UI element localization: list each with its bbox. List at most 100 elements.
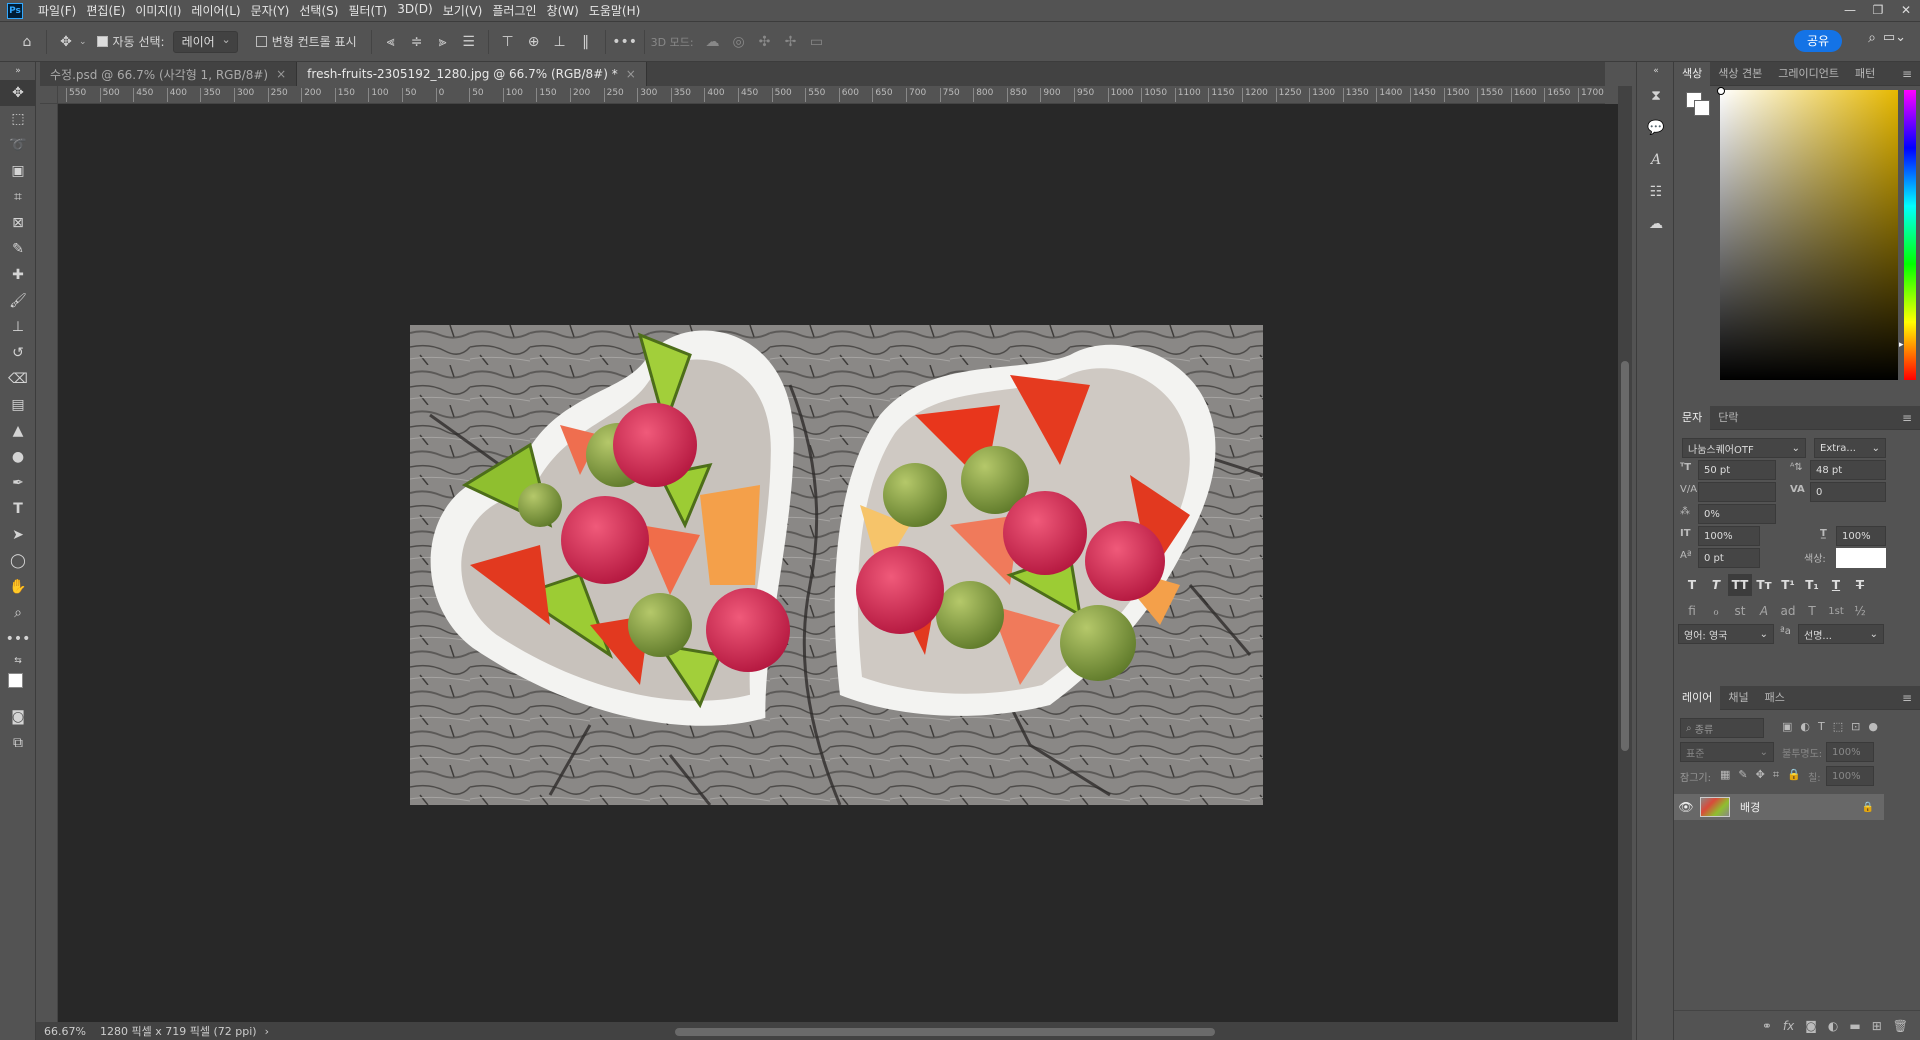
menu-item[interactable]: 파일(F) <box>33 2 81 19</box>
tab-gradients[interactable]: 그레이디언트 <box>1770 62 1847 86</box>
eye-icon[interactable]: 👁 <box>1674 800 1698 814</box>
tab-patterns[interactable]: 패턴 <box>1847 62 1883 86</box>
mask-icon[interactable]: ◙ <box>1805 1019 1817 1033</box>
layer-filter-select[interactable]: ⌕ 종류 <box>1680 718 1764 738</box>
filter-toggle-icon[interactable]: ● <box>1868 720 1878 733</box>
history-panel-icon[interactable]: ⧗ <box>1637 80 1675 112</box>
panel-menu-icon[interactable]: ≡ <box>1902 67 1912 81</box>
menu-item[interactable]: 레이어(L) <box>186 2 245 19</box>
align-top-icon[interactable]: ⊤ <box>495 29 521 55</box>
menu-item[interactable]: 보기(V) <box>438 2 488 19</box>
history-brush-tool-icon[interactable]: ↺ <box>0 340 36 366</box>
tsume-input[interactable]: 0% <box>1698 504 1776 524</box>
lasso-tool-icon[interactable]: ➰ <box>0 132 36 158</box>
old-style-button[interactable]: ℴ <box>1704 600 1728 622</box>
titling-alternates-button[interactable]: T <box>1800 600 1824 622</box>
screen-mode-icon[interactable]: ⧉ <box>0 730 36 756</box>
antialias-select[interactable]: 선명... ⌄ <box>1798 624 1884 644</box>
align-right-icon[interactable]: ⫸ <box>430 29 456 55</box>
tab-character[interactable]: 문자 <box>1674 405 1711 430</box>
panel-menu-icon[interactable]: ≡ <box>1902 411 1912 425</box>
fx-icon[interactable]: fx <box>1783 1019 1794 1033</box>
layer-row[interactable]: 👁 배경 🔒 <box>1674 794 1884 820</box>
tab-document-1[interactable]: 수정.psd @ 66.7% (사각형 1, RGB/8#) × <box>40 62 298 86</box>
comments-panel-icon[interactable]: 💬 <box>1637 112 1675 144</box>
ordinals-button[interactable]: 1st <box>1824 600 1848 622</box>
horizontal-scale-input[interactable]: 100% <box>1836 526 1886 546</box>
language-select[interactable]: 영어: 영국 ⌄ <box>1678 624 1774 644</box>
swap-colors-icon[interactable]: ⇆ <box>0 652 36 670</box>
swash-button[interactable]: A <box>1752 600 1776 622</box>
color-field[interactable] <box>1720 90 1898 380</box>
collapse-icon[interactable]: « <box>1637 62 1675 80</box>
type-tool-icon[interactable]: T <box>0 496 36 522</box>
leading-input[interactable]: 48 pt <box>1810 460 1886 480</box>
font-size-input[interactable]: 50 pt <box>1698 460 1776 480</box>
stylistic-alternates-button[interactable]: ad <box>1776 600 1800 622</box>
type-filter-icon[interactable]: T <box>1818 720 1825 733</box>
align-center-icon[interactable]: ≑ <box>404 29 430 55</box>
quick-mask-icon[interactable]: ◙ <box>0 704 36 730</box>
distribute-vertical-icon[interactable]: ‖ <box>573 29 599 55</box>
color-swatches[interactable] <box>0 670 36 704</box>
tab-document-2[interactable]: fresh-fruits-2305192_1280.jpg @ 66.7% (R… <box>297 62 647 86</box>
blend-mode-select[interactable]: 표준 ⌄ <box>1680 742 1774 762</box>
ligatures-button[interactable]: fi <box>1680 600 1704 622</box>
libraries-panel-icon[interactable]: ☁ <box>1637 208 1675 240</box>
pan-3d-icon[interactable]: ✣ <box>752 29 778 55</box>
zoom-level[interactable]: 66.67% <box>44 1025 92 1038</box>
underline-button[interactable]: T <box>1824 574 1848 596</box>
fractions-button[interactable]: ½ <box>1848 600 1872 622</box>
adjustments-panel-icon[interactable]: ☷ <box>1637 176 1675 208</box>
menu-item[interactable]: 편집(E) <box>81 2 130 19</box>
object-select-tool-icon[interactable]: ▣ <box>0 158 36 184</box>
roll-3d-icon[interactable]: ◎ <box>726 29 752 55</box>
new-layer-icon[interactable]: ⊞ <box>1872 1019 1882 1033</box>
hue-slider-handle[interactable]: ▸ <box>1899 340 1904 350</box>
vertical-scrollbar[interactable] <box>1618 86 1632 1022</box>
crop-tool-icon[interactable]: ⌗ <box>0 184 36 210</box>
background-color-swatch[interactable] <box>1694 100 1710 116</box>
vertical-scroll-thumb[interactable] <box>1621 361 1629 751</box>
tab-paths[interactable]: 패스 <box>1757 686 1793 710</box>
fruit-salad-photo[interactable] <box>410 325 1263 805</box>
lock-transparency-icon[interactable]: ▦ <box>1720 768 1730 782</box>
tab-paragraph[interactable]: 단락 <box>1710 406 1746 430</box>
color-picker-handle[interactable] <box>1717 87 1725 95</box>
shape-filter-icon[interactable]: ⬚ <box>1833 720 1843 733</box>
superscript-button[interactable]: T¹ <box>1776 574 1800 596</box>
path-select-tool-icon[interactable]: ➤ <box>0 522 36 548</box>
fill-input[interactable]: 100% <box>1826 766 1874 786</box>
pixel-filter-icon[interactable]: ▣ <box>1782 720 1792 733</box>
baseline-shift-input[interactable]: 0 pt <box>1698 548 1760 568</box>
folder-icon[interactable]: ▬ <box>1849 1019 1860 1033</box>
dodge-tool-icon[interactable]: ● <box>0 444 36 470</box>
search-icon[interactable]: ⌕ <box>1868 30 1876 46</box>
all-caps-button[interactable]: TT <box>1728 574 1752 596</box>
gradient-tool-icon[interactable]: ▤ <box>0 392 36 418</box>
close-tab-icon[interactable]: × <box>626 67 636 81</box>
tracking-input[interactable]: 0 <box>1810 482 1886 502</box>
font-family-select[interactable]: 나눔스퀘어OTF ⌄ <box>1682 438 1806 458</box>
zoom-tool-icon[interactable]: ⌕ <box>0 600 36 626</box>
more-options-icon[interactable]: ••• <box>612 29 638 55</box>
tab-color[interactable]: 색상 <box>1674 61 1711 86</box>
menu-item[interactable]: 창(W) <box>542 2 584 19</box>
spot-heal-tool-icon[interactable]: ✚ <box>0 262 36 288</box>
menu-item[interactable]: 3D(D) <box>392 2 437 19</box>
menu-item[interactable]: 도움말(H) <box>584 2 646 19</box>
faux-bold-button[interactable]: T <box>1680 574 1704 596</box>
strikethrough-button[interactable]: T <box>1848 574 1872 596</box>
menu-item[interactable]: 필터(T) <box>343 2 392 19</box>
close-icon[interactable]: ✕ <box>1892 0 1920 22</box>
move-tool-icon[interactable]: ✥ <box>53 29 79 55</box>
workspace-icon[interactable]: ▭⌄ <box>1883 30 1906 45</box>
move-tool-icon[interactable]: ✥ <box>0 80 36 106</box>
lock-pixels-icon[interactable]: ✎ <box>1738 768 1747 782</box>
status-menu-icon[interactable]: › <box>265 1025 269 1038</box>
faux-italic-button[interactable]: T <box>1704 574 1728 596</box>
foreground-color-swatch[interactable] <box>8 673 23 688</box>
distribute-icon[interactable]: ☰ <box>456 29 482 55</box>
trash-icon[interactable]: 🗑 <box>1893 1019 1908 1033</box>
eyedropper-tool-icon[interactable]: ✎ <box>0 236 36 262</box>
